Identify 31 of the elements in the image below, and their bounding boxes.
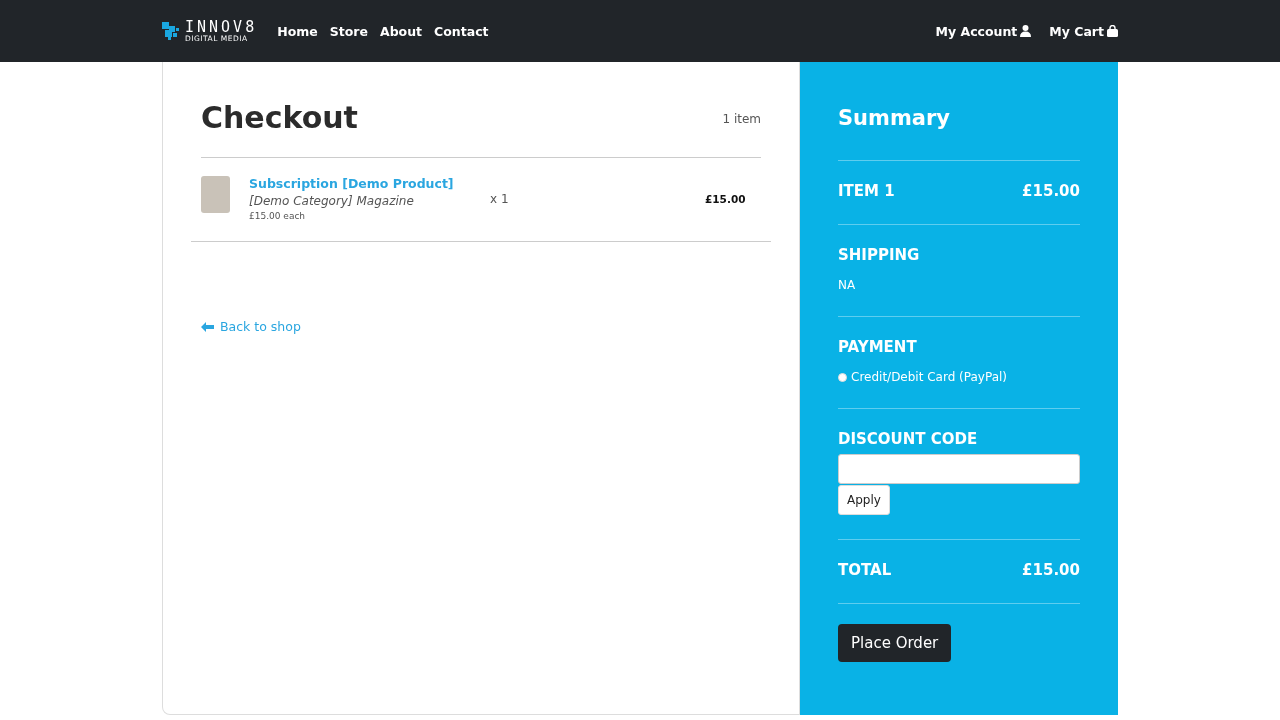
product-category: [Demo Category] Magazine bbox=[249, 194, 415, 208]
line-price: £15.00 bbox=[705, 192, 746, 205]
unit-price: £15.00 each bbox=[249, 211, 307, 221]
account-link[interactable]: My Account bbox=[935, 23, 1032, 39]
total-label: TOTAL bbox=[838, 561, 892, 579]
discount-code-field[interactable] bbox=[838, 454, 1080, 484]
nav-link[interactable]: About bbox=[379, 23, 423, 39]
place-order-button[interactable]: Place Order bbox=[838, 624, 952, 662]
apply-button[interactable]: Apply bbox=[838, 485, 890, 515]
logo-icon bbox=[162, 20, 182, 42]
item-count: 1 item bbox=[722, 112, 761, 126]
user-icon bbox=[1020, 25, 1032, 37]
line-amount: £15.00 bbox=[1022, 182, 1080, 200]
quantity: x 1 bbox=[490, 191, 509, 206]
nav-link[interactable]: Store bbox=[329, 23, 368, 39]
summary-title: Summary bbox=[838, 106, 952, 130]
arrow-left-icon bbox=[201, 321, 214, 332]
shopping-bag-icon bbox=[1107, 25, 1118, 37]
nav-link[interactable]: Home bbox=[277, 23, 318, 39]
product-thumbnail bbox=[201, 176, 230, 213]
logo-text: INNOV8 bbox=[185, 19, 258, 35]
cart-link[interactable]: My Cart bbox=[1049, 23, 1118, 39]
shipping-label: SHIPPING bbox=[838, 246, 921, 264]
page-title: Checkout bbox=[201, 100, 358, 135]
line-label: ITEM 1 bbox=[838, 182, 895, 200]
total-amount: £15.00 bbox=[1022, 561, 1080, 579]
shipping-value: NA bbox=[838, 278, 857, 292]
discount-label: DISCOUNT CODE bbox=[838, 430, 979, 448]
nav-link[interactable]: Contact bbox=[434, 23, 489, 39]
radio-button[interactable] bbox=[838, 372, 847, 382]
payment-label: PAYMENT bbox=[838, 338, 918, 356]
